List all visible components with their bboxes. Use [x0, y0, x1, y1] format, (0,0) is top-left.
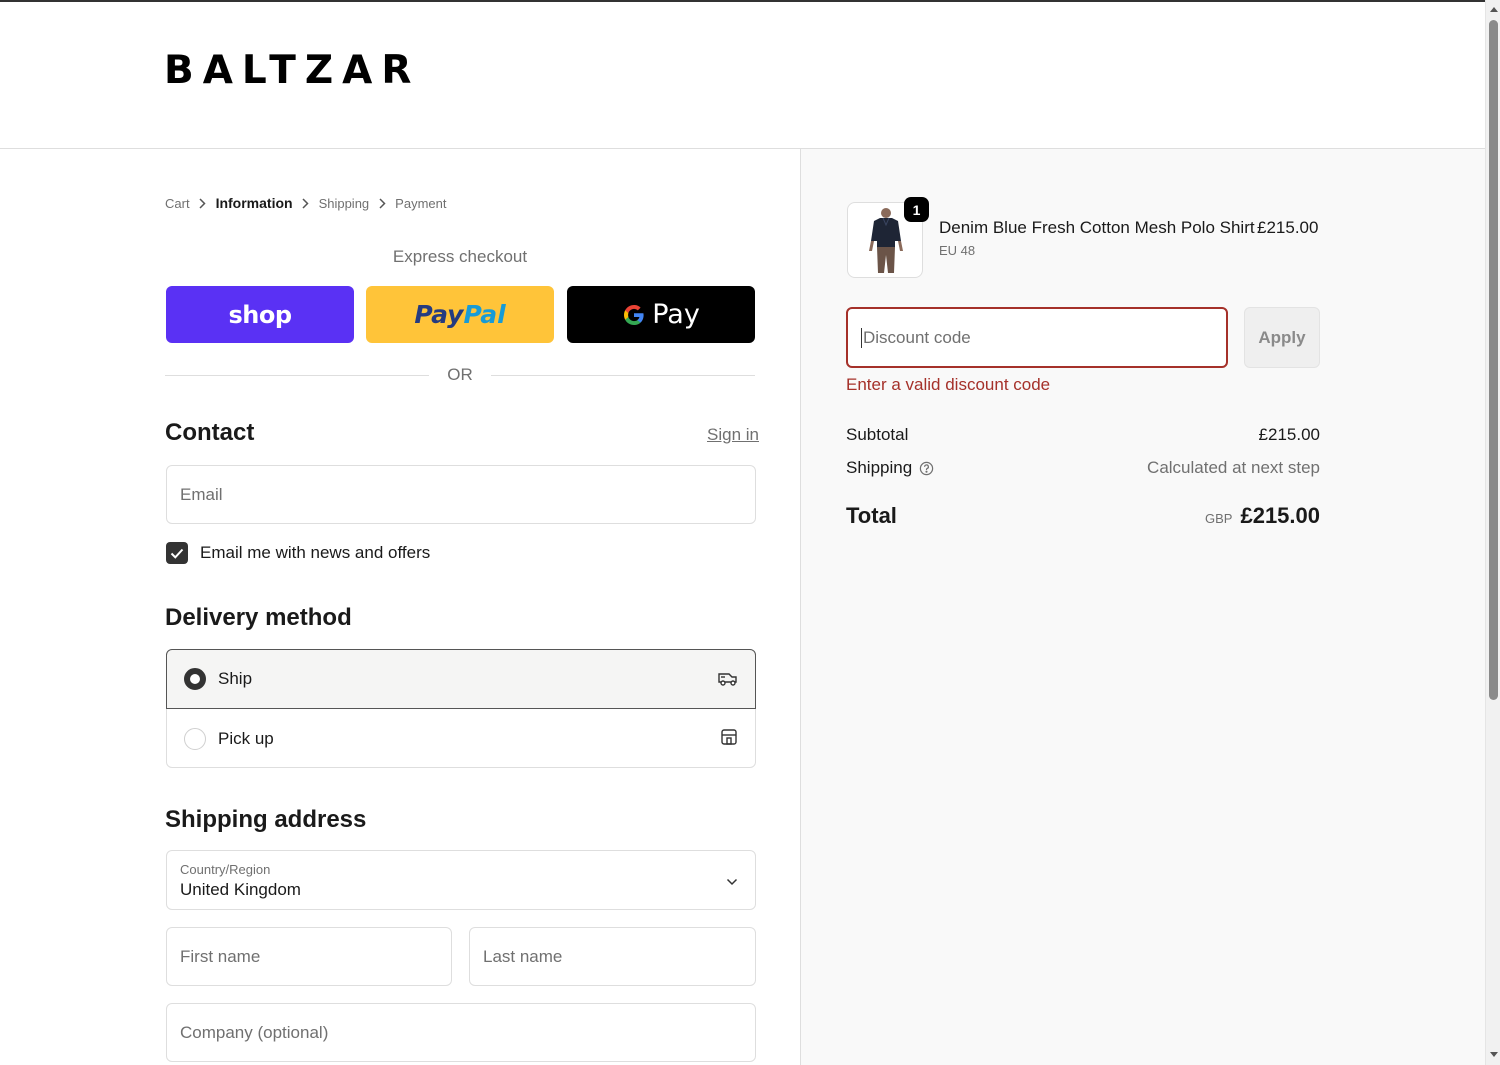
delivery-method-title: Delivery method	[165, 604, 352, 631]
vertical-scrollbar[interactable]	[1485, 0, 1500, 1065]
or-divider: OR	[165, 365, 755, 385]
total-currency: GBP	[1205, 511, 1233, 526]
subtotal-label: Subtotal	[846, 425, 909, 444]
breadcrumb-information: Information	[215, 195, 293, 211]
discount-placeholder: Discount code	[863, 327, 971, 347]
express-checkout-label: Express checkout	[392, 247, 528, 266]
product-name: Denim Blue Fresh Cotton Mesh Polo Shirt	[939, 218, 1255, 237]
paypal-label-part2: Pal	[463, 300, 506, 329]
delivery-option-ship[interactable]: Ship	[166, 649, 756, 709]
shipping-label: Shipping	[846, 458, 913, 477]
checkmark-icon	[170, 548, 184, 559]
breadcrumb-cart[interactable]: Cart	[165, 196, 190, 211]
order-summary: 1 Denim Blue Fresh Cotton Mesh Polo Shir…	[801, 149, 1485, 1065]
first-name-field[interactable]: First name	[166, 927, 452, 986]
divider-line	[490, 374, 755, 376]
truck-icon	[717, 668, 739, 693]
delivery-option-pickup[interactable]: Pick up	[167, 709, 755, 768]
scroll-up-arrow-icon[interactable]	[1486, 2, 1500, 17]
product-price: £215.00	[1257, 218, 1319, 237]
breadcrumb-shipping: Shipping	[318, 195, 370, 211]
contact-title: Contact	[165, 419, 255, 446]
subtotal-row: Subtotal £215.00	[846, 425, 1320, 445]
ship-label: Ship	[218, 669, 253, 688]
last-name-field[interactable]: Last name	[469, 927, 756, 986]
discount-error-message: Enter a valid discount code	[846, 375, 1051, 394]
or-text: OR	[447, 365, 473, 384]
google-pay-button[interactable]: Pay	[567, 286, 755, 343]
delivery-method-options: Ship Pick up	[166, 649, 756, 768]
total-label: Total	[846, 503, 897, 528]
country-value: United Kingdom	[180, 880, 301, 899]
chevron-down-icon	[726, 873, 738, 891]
country-label: Country/Region	[180, 862, 271, 877]
checkout-form-column: Cart Information Shipping Payment Expres…	[0, 149, 801, 1065]
shop-pay-label: shop	[228, 300, 292, 329]
breadcrumb: Cart Information Shipping Payment	[165, 195, 446, 211]
discount-code-input[interactable]: Discount code	[846, 307, 1228, 368]
first-name-placeholder: First name	[180, 946, 261, 966]
shipping-label-group: Shipping	[846, 458, 934, 478]
divider-line	[165, 374, 430, 376]
google-pay-label: Pay	[652, 299, 700, 330]
subtotal-value: £215.00	[1258, 425, 1320, 444]
quantity-badge: 1	[904, 197, 929, 222]
header: BALTZAR	[0, 2, 1485, 149]
chevron-right-icon	[369, 197, 395, 209]
scrollbar-thumb[interactable]	[1489, 20, 1498, 700]
chevron-right-icon	[293, 197, 319, 209]
ship-radio[interactable]	[184, 668, 206, 690]
checkout-page: BALTZAR Cart Information Shipping Paymen…	[0, 0, 1485, 1065]
paypal-label-part1: Pay	[414, 300, 464, 329]
newsletter-label: Email me with news and offers	[200, 543, 431, 562]
total-value-group: GBP £215.00	[1205, 503, 1320, 529]
product-variant: EU 48	[939, 243, 976, 258]
shipping-row: Shipping Calculated at next step	[846, 458, 1320, 478]
sign-in-link[interactable]: Sign in	[707, 425, 759, 445]
total-row: Total GBP £215.00	[846, 503, 1320, 529]
chevron-right-icon	[190, 197, 216, 209]
paypal-button[interactable]: Pay Pal	[366, 286, 554, 343]
shop-pay-button[interactable]: shop	[166, 286, 354, 343]
country-select[interactable]: Country/Region United Kingdom	[166, 850, 756, 910]
email-field[interactable]: Email	[166, 465, 756, 524]
store-icon	[719, 727, 739, 752]
last-name-placeholder: Last name	[483, 946, 563, 966]
shipping-value: Calculated at next step	[1147, 458, 1320, 477]
email-placeholder: Email	[180, 484, 223, 504]
scroll-down-arrow-icon[interactable]	[1486, 1047, 1500, 1062]
shipping-address-title: Shipping address	[165, 806, 367, 833]
newsletter-checkbox-row[interactable]: Email me with news and offers	[166, 542, 430, 564]
company-placeholder: Company (optional)	[180, 1022, 329, 1042]
text-caret	[861, 327, 862, 348]
google-g-icon	[624, 304, 644, 325]
company-field[interactable]: Company (optional)	[166, 1003, 756, 1062]
total-value: £215.00	[1240, 503, 1320, 528]
apply-discount-button[interactable]: Apply	[1244, 307, 1320, 368]
help-circle-icon[interactable]	[919, 461, 934, 476]
brand-logo[interactable]: BALTZAR	[164, 48, 420, 93]
pickup-radio[interactable]	[184, 727, 206, 750]
newsletter-checkbox[interactable]	[166, 542, 188, 564]
breadcrumb-payment: Payment	[395, 195, 447, 211]
pickup-label: Pick up	[218, 728, 274, 748]
